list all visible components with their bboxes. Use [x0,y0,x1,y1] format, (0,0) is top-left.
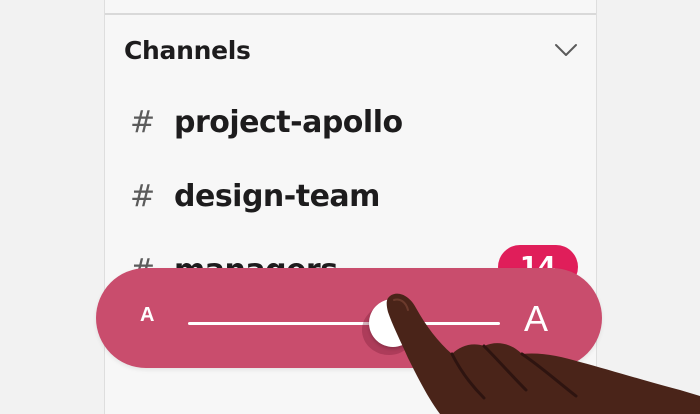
small-text-size-label: A [140,304,155,326]
hash-icon: # [130,104,156,140]
channel-item-design-team[interactable]: # design-team [130,174,580,218]
chevron-down-icon[interactable] [553,37,579,63]
channels-section-title: Channels [124,35,251,65]
channels-section-header[interactable]: Channels [124,30,579,70]
divider [105,13,596,15]
channel-name: design-team [174,178,380,214]
pointing-hand-illustration [386,293,700,414]
channel-name: project-apollo [174,104,403,140]
channel-item-project-apollo[interactable]: # project-apollo [130,100,580,144]
hash-icon: # [130,178,156,214]
